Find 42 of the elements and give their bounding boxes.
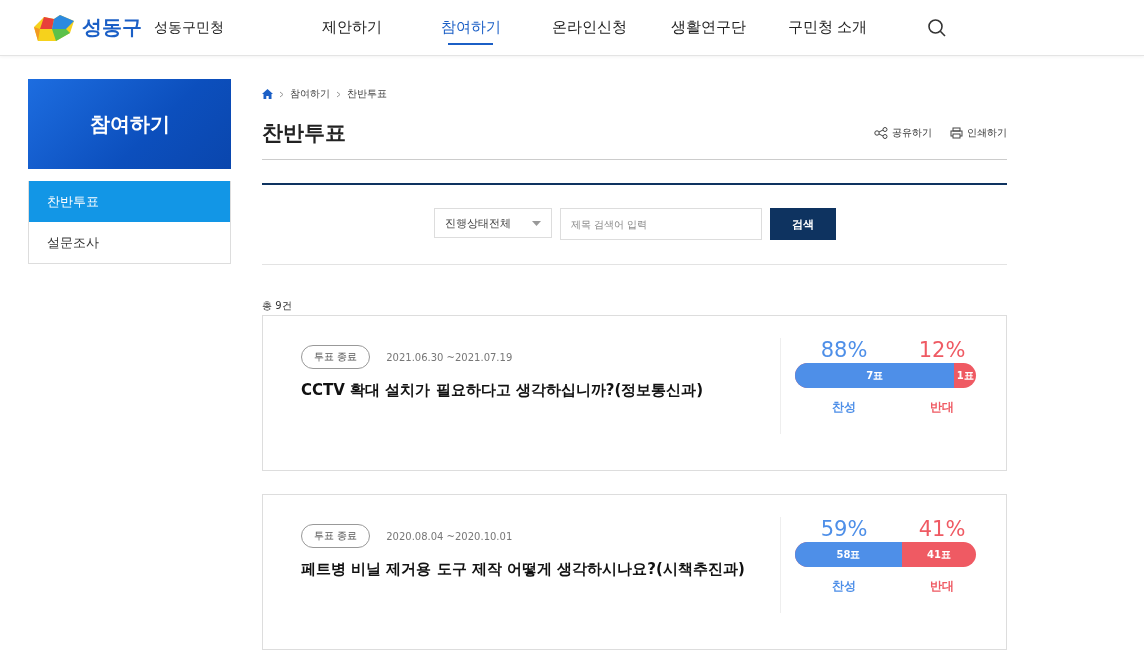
yes-fill: 58표 bbox=[795, 542, 902, 567]
poll-title[interactable]: 페트병 비닐 제거용 도구 제작 어떻게 생각하시나요?(시책추진과) bbox=[301, 560, 780, 579]
no-percent: 41% bbox=[918, 517, 966, 541]
chevron-icon bbox=[336, 90, 341, 98]
no-percent: 12% bbox=[918, 338, 966, 362]
poll-period: 2020.08.04 ~2020.10.01 bbox=[386, 530, 513, 542]
nav-link[interactable]: 구민청 소개 bbox=[768, 12, 887, 43]
chevron-icon bbox=[279, 90, 284, 98]
poll-card[interactable]: 투표 종료 2020.08.04 ~2020.10.01 페트병 비닐 제거용 도구 제작 어떻게 생각하시나요?(시책추진과) 59% 41% 58표 41표 찬성 반대 bbox=[262, 494, 1007, 650]
nav-link[interactable]: 생활연구단 bbox=[649, 12, 768, 43]
home-icon[interactable] bbox=[262, 89, 273, 99]
poll-period: 2021.06.30 ~2021.07.19 bbox=[386, 351, 513, 363]
print-link[interactable]: 인쇄하기 bbox=[950, 126, 1007, 140]
nav-link[interactable]: 온라인신청 bbox=[530, 12, 649, 43]
nav-link[interactable]: 참여하기 bbox=[411, 12, 530, 43]
yes-label: 찬성 bbox=[832, 399, 856, 416]
search-button[interactable]: 검색 bbox=[769, 208, 836, 240]
total-count: 총 9건 bbox=[262, 299, 293, 313]
yes-label: 찬성 bbox=[832, 578, 856, 595]
poll-title[interactable]: CCTV 확대 설치가 필요하다고 생각하십니까?(정보통신과) bbox=[301, 381, 780, 400]
yes-percent: 59% bbox=[820, 517, 868, 541]
share-icon bbox=[874, 127, 888, 139]
status-select[interactable]: 진행상태전체 bbox=[433, 208, 552, 238]
no-votes: 41표 bbox=[925, 547, 952, 562]
logo-text[interactable]: 성동구 bbox=[82, 14, 142, 41]
poll-card[interactable]: 투표 종료 2021.06.30 ~2021.07.19 CCTV 확대 설치가 필요하다고 생각하십니까?(정보통신과) 88% 12% 7표 1표 찬성 반대 bbox=[262, 315, 1007, 471]
nav-link[interactable]: 제안하기 bbox=[292, 12, 411, 43]
search-icon[interactable] bbox=[927, 17, 947, 38]
no-label: 반대 bbox=[930, 399, 954, 416]
dropdown-caret-icon bbox=[531, 220, 541, 226]
search-field[interactable]: 제목 검색어 입력 bbox=[559, 208, 762, 240]
page-title: 찬반투표 bbox=[262, 120, 346, 147]
share-link[interactable]: 공유하기 bbox=[874, 126, 932, 140]
breadcrumb-link[interactable]: 찬반투표 bbox=[347, 87, 387, 101]
site-name[interactable]: 성동구민청 bbox=[154, 18, 224, 37]
printer-icon bbox=[950, 127, 963, 139]
no-label: 반대 bbox=[930, 578, 954, 595]
yes-percent: 88% bbox=[820, 338, 868, 362]
sidebar-title: 참여하기 bbox=[28, 79, 231, 169]
no-votes: 1표 bbox=[955, 368, 975, 383]
breadcrumb-link[interactable]: 참여하기 bbox=[290, 87, 330, 101]
yes-fill: 7표 bbox=[795, 363, 955, 388]
